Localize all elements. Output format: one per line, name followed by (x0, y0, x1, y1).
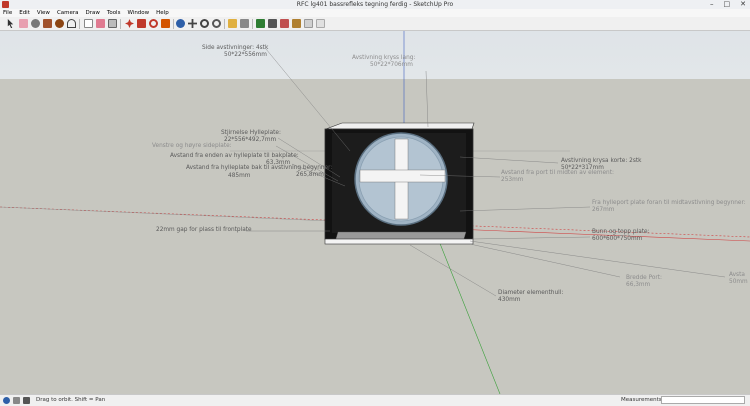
follow-me-icon[interactable] (161, 19, 170, 28)
annotation-shelf-to-bracing: Avstand fra hylleplate bak til avstivnin… (186, 165, 333, 178)
status-bar: Drag to orbit. Shift = Pan Measurements (0, 394, 750, 406)
status-hint: Drag to orbit. Shift = Pan (36, 397, 106, 403)
rotate-icon[interactable] (137, 19, 146, 28)
maximize-button[interactable]: □ (724, 0, 731, 9)
bottom-plate (324, 238, 474, 245)
component-icon[interactable] (304, 19, 313, 28)
minimize-button[interactable]: – (710, 0, 714, 9)
pan-icon[interactable] (188, 19, 197, 28)
annotation-shelf-thickness: Stjirnelse Hylleplate: 22*556*492,7mm (221, 130, 281, 143)
menu-camera[interactable]: Camera (57, 9, 79, 17)
window-title: RFC lg401 bassrefleks tegning ferdig - S… (296, 1, 454, 8)
layout-icon[interactable] (268, 19, 277, 28)
menu-help[interactable]: Help (156, 9, 169, 17)
top-plate (325, 122, 475, 130)
annotation-cross-brace-long: Avstivning kryss lang: 50*22*706mm (352, 55, 416, 68)
annotation-gap-front: 22mm gap for plass til frontplate (156, 227, 252, 233)
menu-bar: File Edit View Camera Draw Tools Window … (0, 9, 750, 17)
push-pull-icon[interactable] (96, 19, 105, 28)
circle-icon[interactable] (55, 19, 64, 28)
rectangle-icon[interactable] (43, 19, 52, 28)
paint-bucket-icon[interactable] (31, 19, 40, 28)
annotation-side-struts: Side avstivninger: 4stk 50*22*556mm (202, 45, 269, 58)
model-info-icon[interactable] (292, 19, 301, 28)
close-button[interactable]: ✕ (740, 0, 746, 9)
annotation-bottom-top: Bunn og topp plate: 600*600*750mm (592, 229, 650, 242)
menu-view[interactable]: View (37, 9, 50, 17)
annotation-port-width: Bredde Port: 66,3mm (626, 275, 663, 288)
menu-file[interactable]: File (3, 9, 12, 17)
credits-icon[interactable] (13, 397, 20, 404)
move-icon[interactable] (125, 19, 134, 28)
scale-icon[interactable] (149, 19, 158, 28)
menu-tools[interactable]: Tools (107, 9, 121, 17)
title-bar: RFC lg401 bassrefleks tegning ferdig - S… (0, 0, 750, 9)
offset-icon[interactable] (108, 19, 117, 28)
zoom-extents-icon[interactable] (212, 19, 221, 28)
guide-line (0, 206, 331, 222)
green-axis (434, 230, 501, 394)
horizontal-brace (359, 169, 446, 183)
annotation-depth-value: 485mm (228, 173, 251, 179)
arc-icon[interactable] (67, 19, 76, 28)
annotation-element-diameter: Diameter elementhull: 430mm (498, 290, 564, 303)
menu-draw[interactable]: Draw (86, 9, 100, 17)
measurements-label: Measurements (621, 397, 662, 403)
menu-window[interactable]: Window (127, 9, 149, 17)
freehand-icon[interactable] (84, 19, 93, 28)
toolbar (0, 17, 750, 31)
extension-warehouse-icon[interactable] (256, 19, 265, 28)
model-viewport[interactable]: Side avstivninger: 4stk 50*22*556mm Avst… (0, 31, 750, 394)
select-icon[interactable] (7, 19, 14, 28)
menu-edit[interactable]: Edit (19, 9, 30, 17)
annotation-port-to-element: Avstand fra port til midten av element: … (501, 170, 614, 183)
user-icon[interactable] (23, 397, 30, 404)
zoom-icon[interactable] (200, 19, 209, 28)
style-builder-icon[interactable] (280, 19, 289, 28)
annotation-port-front-to-brace: Fra hylleport plate foran til midtavstiv… (592, 200, 746, 213)
preferences-icon[interactable] (316, 19, 325, 28)
measurements-input[interactable] (661, 396, 745, 404)
orbit-icon[interactable] (176, 19, 185, 28)
annotation-right-edge: Avsta 50mm (729, 272, 748, 285)
share-model-icon[interactable] (240, 19, 249, 28)
annotation-left-right-sides: Venstre og høyre sideplate: (152, 143, 232, 149)
geo-location-icon[interactable] (3, 397, 10, 404)
warehouse-icon[interactable] (228, 19, 237, 28)
eraser-icon[interactable] (19, 19, 28, 28)
